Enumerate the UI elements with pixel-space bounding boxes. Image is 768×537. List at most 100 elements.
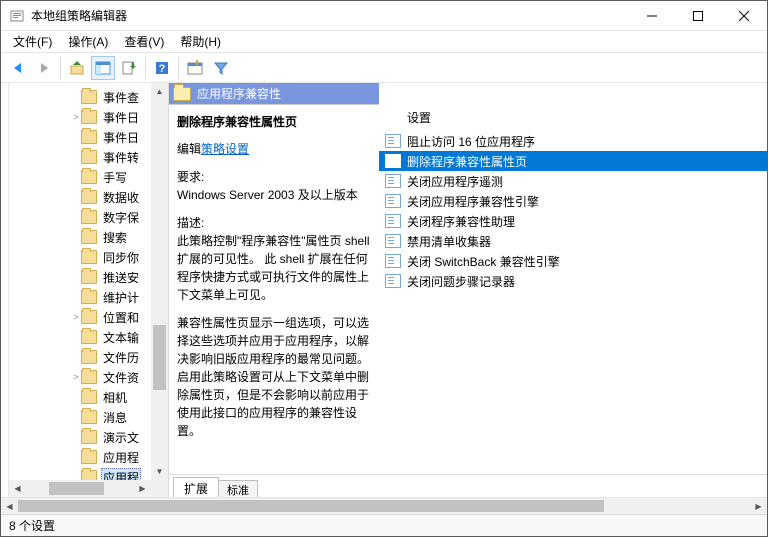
scroll-left-button[interactable]: ◀: [9, 480, 26, 497]
tree-item-label: 位置和: [101, 309, 141, 326]
tree-item[interactable]: 相机: [9, 387, 151, 407]
tree-item[interactable]: >文件资: [9, 367, 151, 387]
tab-extended[interactable]: 扩展: [173, 477, 219, 497]
tree-item[interactable]: 数据收: [9, 187, 151, 207]
scroll-up-button[interactable]: ▲: [151, 83, 168, 100]
folder-icon: [81, 470, 97, 480]
scroll-right-button[interactable]: ▶: [134, 480, 151, 497]
minimize-button[interactable]: [629, 1, 675, 31]
tree-item[interactable]: 演示文: [9, 427, 151, 447]
tree-item[interactable]: 搜索: [9, 227, 151, 247]
setting-item[interactable]: 阻止访问 16 位应用程序: [379, 131, 767, 151]
policy-icon: [385, 254, 401, 268]
toolbar-back-button[interactable]: [6, 56, 30, 80]
tree-item[interactable]: 事件转: [9, 147, 151, 167]
chevron-right-icon[interactable]: >: [71, 312, 81, 322]
setting-item[interactable]: 删除程序兼容性属性页: [379, 151, 767, 171]
content-area: 应用程序兼容性 删除程序兼容性属性页 编辑策略设置 要求: Windows Se…: [169, 83, 767, 475]
main-body: 事件查>事件日事件日事件转手写数据收数字保搜索同步你推送安维护计 > 位置和文本输文…: [1, 83, 767, 497]
app-window: 本地组策略编辑器 文件(F) 操作(A) 查看(V) 帮助(H) ?: [0, 0, 768, 537]
edit-policy-link[interactable]: 策略设置: [201, 142, 249, 156]
toolbar-up-button[interactable]: [65, 56, 89, 80]
tree-item[interactable]: 文件历: [9, 347, 151, 367]
view-tabs: 扩展 标准: [169, 475, 767, 497]
tree-item-label: 演示文: [101, 429, 141, 446]
policy-icon: [385, 274, 401, 288]
setting-item[interactable]: 关闭应用程序兼容性引擎: [379, 191, 767, 211]
tree-item[interactable]: 文本输: [9, 327, 151, 347]
requirements-label: 要求:: [177, 168, 371, 186]
tree-item[interactable]: 应用程: [9, 447, 151, 467]
scroll-right-button[interactable]: ▶: [750, 498, 767, 515]
window-horizontal-scrollbar[interactable]: ◀ ▶: [1, 497, 767, 514]
tree-item[interactable]: 事件日: [9, 127, 151, 147]
settings-column-header[interactable]: 设置: [379, 105, 767, 129]
tree-item-label: 数字保: [101, 209, 141, 226]
scroll-thumb[interactable]: [153, 325, 166, 390]
folder-icon: [81, 310, 97, 324]
status-text: 8 个设置: [9, 517, 55, 534]
scroll-left-button[interactable]: ◀: [1, 498, 18, 515]
setting-item[interactable]: 关闭 SwitchBack 兼容性引擎: [379, 251, 767, 271]
toolbar-help-button[interactable]: ?: [150, 56, 174, 80]
tree-item[interactable]: 推送安: [9, 267, 151, 287]
maximize-button[interactable]: [675, 1, 721, 31]
close-button[interactable]: [721, 1, 767, 31]
tree-item[interactable]: 消息: [9, 407, 151, 427]
tree-horizontal-scrollbar[interactable]: ◀ ▶: [9, 480, 151, 497]
description-text-2: 兼容性属性页显示一组选项，可以选择这些选项并应用于应用程序，以解决影响旧版应用程…: [177, 314, 371, 440]
setting-item-label: 删除程序兼容性属性页: [407, 153, 527, 170]
tree-item-label: 事件日: [101, 129, 141, 146]
toolbar-showtree-button[interactable]: [91, 56, 115, 80]
tree-vertical-scrollbar[interactable]: ▲ ▼: [151, 83, 168, 480]
folder-icon: [81, 430, 97, 444]
scroll-down-button[interactable]: ▼: [151, 463, 168, 480]
folder-icon: [81, 130, 97, 144]
folder-icon: [81, 250, 97, 264]
tree-item[interactable]: > 位置和: [9, 307, 151, 327]
toolbar-separator: [60, 57, 61, 79]
scroll-thumb[interactable]: [49, 482, 104, 495]
policy-icon: [385, 194, 401, 208]
toolbar-filter-button[interactable]: [209, 56, 233, 80]
folder-icon: [81, 210, 97, 224]
setting-item[interactable]: 关闭应用程序遥测: [379, 171, 767, 191]
window-title: 本地组策略编辑器: [31, 7, 629, 24]
setting-item[interactable]: 关闭问题步骤记录器: [379, 271, 767, 291]
left-gutter: [1, 83, 9, 497]
tree-item[interactable]: 应用程: [9, 467, 151, 480]
chevron-right-icon[interactable]: >: [71, 372, 81, 382]
setting-item[interactable]: 禁用清单收集器: [379, 231, 767, 251]
tree-list[interactable]: 事件查>事件日事件日事件转手写数据收数字保搜索同步你推送安维护计 > 位置和文本输文…: [9, 83, 151, 480]
tree-item[interactable]: 手写: [9, 167, 151, 187]
category-title: 应用程序兼容性: [197, 85, 281, 102]
toolbar-separator: [178, 57, 179, 79]
folder-icon: [81, 450, 97, 464]
menu-help[interactable]: 帮助(H): [172, 31, 229, 52]
tree-item[interactable]: 维护计: [9, 287, 151, 307]
chevron-right-icon[interactable]: >: [71, 112, 81, 122]
menu-view[interactable]: 查看(V): [116, 31, 172, 52]
setting-item[interactable]: 关闭程序兼容性助理: [379, 211, 767, 231]
tree-item[interactable]: 同步你: [9, 247, 151, 267]
category-header: 应用程序兼容性: [169, 83, 379, 105]
toolbar-forward-button[interactable]: [32, 56, 56, 80]
setting-item-label: 关闭 SwitchBack 兼容性引擎: [407, 253, 560, 270]
tree-item[interactable]: 数字保: [9, 207, 151, 227]
toolbar-options-button[interactable]: [183, 56, 207, 80]
status-bar: 8 个设置: [1, 514, 767, 536]
toolbar-separator: [145, 57, 146, 79]
menu-action[interactable]: 操作(A): [60, 31, 116, 52]
tree-item[interactable]: >事件日: [9, 107, 151, 127]
folder-icon: [81, 270, 97, 284]
tab-standard[interactable]: 标准: [218, 480, 258, 497]
policy-icon: [385, 234, 401, 248]
toolbar-export-button[interactable]: [117, 56, 141, 80]
tree-pane: 事件查>事件日事件日事件转手写数据收数字保搜索同步你推送安维护计 > 位置和文本输文…: [9, 83, 169, 497]
policy-icon: [385, 134, 401, 148]
tree-item[interactable]: 事件查: [9, 87, 151, 107]
app-icon: [9, 8, 25, 24]
menu-file[interactable]: 文件(F): [5, 31, 60, 52]
scroll-thumb[interactable]: [18, 500, 604, 512]
right-pane: 应用程序兼容性 删除程序兼容性属性页 编辑策略设置 要求: Windows Se…: [169, 83, 767, 497]
